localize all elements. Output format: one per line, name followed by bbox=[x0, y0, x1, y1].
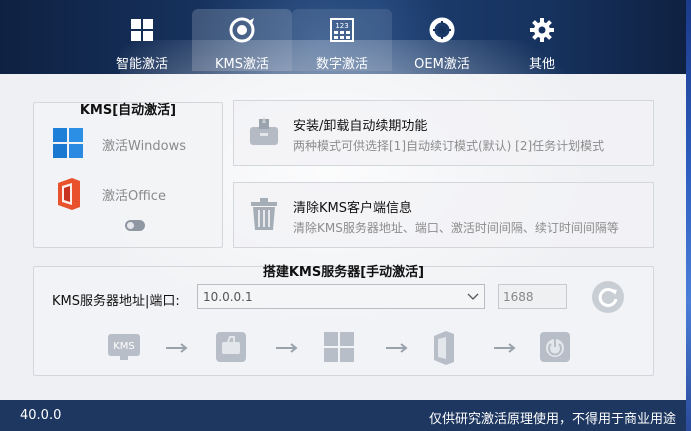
digital-123-icon: 123 bbox=[330, 18, 354, 42]
server-address-combo[interactable]: 10.0.0.1 bbox=[197, 284, 485, 309]
svg-text:123: 123 bbox=[335, 22, 348, 30]
tab-label: 智能激活 bbox=[115, 57, 168, 72]
refresh-icon bbox=[598, 287, 618, 307]
auto-activate-toggle[interactable] bbox=[125, 220, 145, 231]
kms-flow-diagram: KMS bbox=[108, 331, 570, 365]
kms-badge-text: KMS bbox=[113, 341, 135, 352]
tab-digital-activate[interactable]: 123 数字激活 bbox=[292, 9, 392, 72]
version-label: 40.0.0 bbox=[20, 408, 62, 423]
tab-label: 其他 bbox=[528, 57, 555, 72]
tab-smart-activate[interactable]: 智能激活 bbox=[92, 9, 192, 72]
grid-icon bbox=[131, 19, 153, 41]
office-icon bbox=[58, 178, 80, 210]
toolkit-icon bbox=[216, 332, 246, 362]
kms-server-title: 搭建KMS服务器[手动激活] bbox=[262, 265, 425, 280]
port-field[interactable]: 1688 bbox=[498, 284, 567, 309]
window-edge-decoration bbox=[686, 0, 691, 431]
windows-flow-icon bbox=[324, 332, 354, 362]
kms-auto-title: KMS[自动激活] bbox=[79, 103, 177, 118]
tab-label: KMS激活 bbox=[215, 57, 269, 72]
clear-kms-desc: 清除KMS服务器地址、端口、激活时间间隔、续订时间间隔等 bbox=[293, 221, 619, 235]
renewal-function-desc: 两种模式可供选择[1]自动续订模式(默认) [2]任务计划模式 bbox=[293, 139, 605, 153]
power-icon bbox=[540, 332, 570, 362]
arrow-icon bbox=[166, 343, 188, 353]
windows-icon bbox=[53, 128, 83, 158]
tab-kms-activate[interactable]: KMS激活 bbox=[192, 9, 292, 72]
activate-windows-button[interactable]: 激活Windows bbox=[52, 127, 212, 163]
kms-auto-panel: KMS[自动激活] 激活Windows 激活Office bbox=[33, 102, 223, 248]
tab-label: OEM激活 bbox=[414, 57, 470, 72]
kms-disc-icon bbox=[229, 17, 255, 43]
refresh-button[interactable] bbox=[592, 281, 624, 313]
app-window: 智能激活 KMS激活 123 数字激活 OEM激活 其他 KMS[自动激活] 激… bbox=[0, 0, 686, 431]
server-address-value: 10.0.0.1 bbox=[203, 290, 253, 304]
activate-office-label: 激活Office bbox=[102, 189, 166, 204]
arrow-icon bbox=[276, 343, 298, 353]
arrow-icon bbox=[494, 343, 516, 353]
trash-icon bbox=[251, 198, 277, 230]
kms-server-icon: KMS bbox=[108, 334, 140, 360]
server-address-label: KMS服务器地址|端口: bbox=[52, 294, 180, 309]
chevron-down-icon bbox=[467, 293, 479, 300]
renewal-function-card[interactable]: 安装/卸载自动续期功能 两种模式可供选择[1]自动续订模式(默认) [2]任务计… bbox=[233, 100, 654, 166]
renewal-function-title: 安装/卸载自动续期功能 bbox=[293, 119, 428, 134]
toolbox-icon bbox=[250, 117, 278, 145]
activate-office-button[interactable]: 激活Office bbox=[52, 177, 212, 213]
arrow-icon bbox=[386, 343, 408, 353]
activate-windows-label: 激活Windows bbox=[102, 139, 187, 154]
status-bar: 40.0.0 仅供研究激活原理使用，不得用于商业用途 bbox=[0, 400, 686, 431]
usage-notice: 仅供研究激活原理使用，不得用于商业用途 bbox=[428, 412, 676, 427]
clear-kms-card[interactable]: 清除KMS客户端信息 清除KMS服务器地址、端口、激活时间间隔、续订时间间隔等 bbox=[233, 182, 654, 248]
tab-label: 数字激活 bbox=[315, 57, 368, 72]
tab-other[interactable]: 其他 bbox=[492, 9, 592, 72]
top-nav: 智能激活 KMS激活 123 数字激活 OEM激活 其他 bbox=[0, 0, 686, 74]
lifebuoy-icon bbox=[429, 17, 455, 43]
port-value: 1688 bbox=[503, 290, 534, 304]
gear-icon bbox=[530, 18, 554, 42]
office-flow-icon bbox=[434, 331, 454, 365]
tab-oem-activate[interactable]: OEM激活 bbox=[392, 9, 492, 72]
clear-kms-title: 清除KMS客户端信息 bbox=[293, 201, 412, 216]
